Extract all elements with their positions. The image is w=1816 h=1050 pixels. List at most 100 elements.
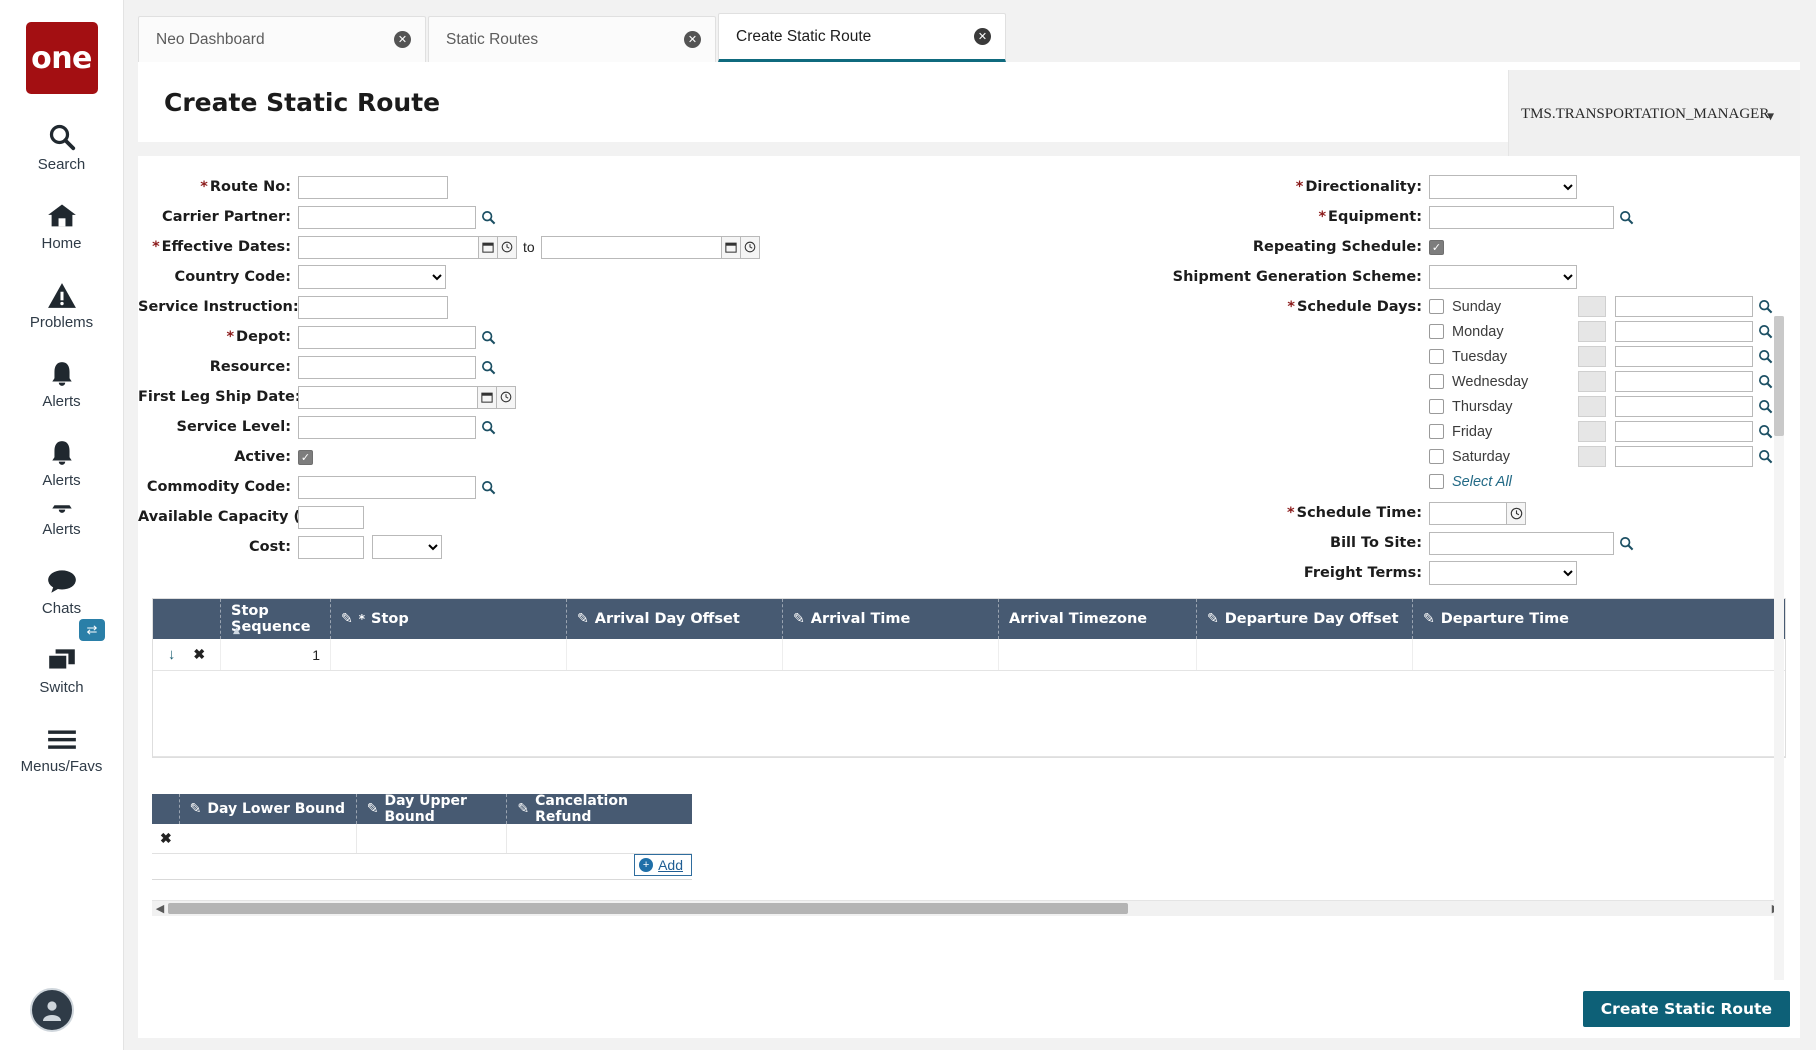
stops-col-arrival-time[interactable]: ✎ Arrival Time xyxy=(783,599,999,639)
close-icon[interactable]: ✕ xyxy=(394,31,411,48)
sidebar-item-problems[interactable]: Problems xyxy=(0,278,123,331)
user-menu[interactable]: TMS.TRANSPORTATION_MANAGER ▾ xyxy=(1508,70,1800,162)
one-logo[interactable]: one xyxy=(25,22,98,94)
sidebar-item-search[interactable]: Search xyxy=(0,120,123,173)
clock-icon[interactable] xyxy=(740,235,760,259)
close-icon[interactable]: ✕ xyxy=(684,31,701,48)
schedule-day-qty-tuesday[interactable] xyxy=(1578,346,1606,367)
directionality-select[interactable] xyxy=(1429,175,1577,199)
schedule-day-checkbox-tuesday[interactable] xyxy=(1429,349,1444,364)
cost-currency-select[interactable] xyxy=(372,535,442,559)
stops-col-departure-day-offset[interactable]: ✎ Departure Day Offset xyxy=(1197,599,1413,639)
sidebar-item-home[interactable]: Home xyxy=(0,199,123,252)
cell-day-lower-bound[interactable] xyxy=(180,824,357,853)
table-row[interactable]: ↓ ✖ 1 xyxy=(153,639,1785,671)
schedule-day-value-thursday[interactable] xyxy=(1615,396,1753,417)
tab-create-static-route[interactable]: Create Static Route ✕ xyxy=(718,13,1006,62)
search-icon[interactable] xyxy=(478,476,498,498)
table-row[interactable]: ✖ xyxy=(152,824,692,854)
add-row-button[interactable]: + Add xyxy=(634,854,692,876)
stops-col-departure-time[interactable]: ✎ Departure Time xyxy=(1413,599,1785,639)
stops-col-arrival-day-offset[interactable]: ✎ Arrival Day Offset xyxy=(567,599,783,639)
cell-cancelation-refund[interactable] xyxy=(507,824,692,853)
cost-input[interactable] xyxy=(298,535,364,559)
sidebar-item-alerts-3[interactable]: Alerts xyxy=(0,497,123,538)
schedule-day-value-friday[interactable] xyxy=(1615,421,1753,442)
chevron-down-icon[interactable]: ▾ xyxy=(1767,108,1774,125)
resource-input[interactable] xyxy=(298,355,476,379)
search-icon[interactable] xyxy=(1616,532,1636,554)
close-icon[interactable]: ✕ xyxy=(974,28,991,45)
effective-date-to-input[interactable] xyxy=(540,235,722,259)
refund-col-day-upper-bound[interactable]: ✎ Day Upper Bound xyxy=(357,793,508,825)
cell-day-upper-bound[interactable] xyxy=(357,824,508,853)
repeating-schedule-checkbox[interactable]: ✓ xyxy=(1429,239,1444,255)
sidebar-item-chats[interactable]: Chats xyxy=(0,564,123,617)
switch-toggle-icon[interactable]: ⇄ xyxy=(79,619,105,641)
stops-col-stop-sequence[interactable]: Stop Sequence ▲ xyxy=(221,599,331,639)
search-icon[interactable] xyxy=(478,356,498,378)
tab-neo-dashboard[interactable]: Neo Dashboard ✕ xyxy=(138,16,426,62)
calendar-icon[interactable] xyxy=(479,235,498,259)
calendar-icon[interactable] xyxy=(721,235,741,259)
scrollbar-track[interactable] xyxy=(168,903,1768,914)
schedule-day-checkbox-monday[interactable] xyxy=(1429,324,1444,339)
cell-stop[interactable] xyxy=(331,639,567,670)
carrier-partner-input[interactable] xyxy=(298,205,476,229)
commodity-code-input[interactable] xyxy=(298,475,476,499)
schedule-day-qty-friday[interactable] xyxy=(1578,421,1606,442)
scroll-left-icon[interactable]: ◀ xyxy=(152,902,168,915)
clock-icon[interactable] xyxy=(497,385,516,409)
move-down-icon[interactable]: ↓ xyxy=(168,646,176,663)
clock-icon[interactable] xyxy=(1507,501,1526,525)
refund-col-cancelation-refund[interactable]: ✎ Cancelation Refund xyxy=(507,793,692,825)
schedule-day-qty-monday[interactable] xyxy=(1578,321,1606,342)
search-icon[interactable] xyxy=(478,416,498,438)
search-icon[interactable] xyxy=(1755,421,1775,443)
sidebar-item-alerts-1[interactable]: Alerts xyxy=(0,357,123,410)
schedule-day-checkbox-thursday[interactable] xyxy=(1429,399,1444,414)
schedule-day-value-sunday[interactable] xyxy=(1615,296,1753,317)
cell-arrival-time[interactable] xyxy=(783,639,999,670)
search-icon[interactable] xyxy=(1755,296,1775,318)
bill-to-site-input[interactable] xyxy=(1429,531,1614,555)
search-icon[interactable] xyxy=(1755,396,1775,418)
vertical-scrollbar[interactable] xyxy=(1774,316,1784,996)
search-icon[interactable] xyxy=(478,326,498,348)
stops-col-arrival-timezone[interactable]: Arrival Timezone xyxy=(999,599,1197,639)
schedule-day-qty-sunday[interactable] xyxy=(1578,296,1606,317)
schedule-day-qty-wednesday[interactable] xyxy=(1578,371,1606,392)
select-all-checkbox[interactable] xyxy=(1429,474,1444,489)
schedule-day-checkbox-friday[interactable] xyxy=(1429,424,1444,439)
freight-terms-select[interactable] xyxy=(1429,561,1577,585)
available-capacity-input[interactable] xyxy=(298,505,364,529)
country-code-select[interactable] xyxy=(298,265,446,289)
schedule-day-value-wednesday[interactable] xyxy=(1615,371,1753,392)
delete-row-icon[interactable]: ✖ xyxy=(160,830,172,847)
schedule-day-checkbox-wednesday[interactable] xyxy=(1429,374,1444,389)
equipment-input[interactable] xyxy=(1429,205,1614,229)
schedule-time-input[interactable] xyxy=(1429,501,1507,525)
search-icon[interactable] xyxy=(478,206,498,228)
cell-departure-time[interactable] xyxy=(1413,639,1785,670)
schedule-day-checkbox-saturday[interactable] xyxy=(1429,449,1444,464)
search-icon[interactable] xyxy=(1755,346,1775,368)
sidebar-item-menus-favs[interactable]: Menus/Favs xyxy=(0,722,123,775)
sidebar-item-alerts-2[interactable]: Alerts xyxy=(0,436,123,489)
schedule-day-value-saturday[interactable] xyxy=(1615,446,1753,467)
horizontal-scrollbar[interactable]: ◀ ▶ xyxy=(152,900,1784,916)
schedule-day-value-monday[interactable] xyxy=(1615,321,1753,342)
service-level-input[interactable] xyxy=(298,415,476,439)
cell-arrival-timezone[interactable] xyxy=(999,639,1197,670)
calendar-icon[interactable] xyxy=(478,385,497,409)
tab-static-routes[interactable]: Static Routes ✕ xyxy=(428,16,716,62)
stops-col-stop[interactable]: ✎ * Stop xyxy=(331,599,567,639)
search-icon[interactable] xyxy=(1755,371,1775,393)
route-no-input[interactable] xyxy=(298,175,448,199)
schedule-day-qty-thursday[interactable] xyxy=(1578,396,1606,417)
shipment-generation-scheme-select[interactable] xyxy=(1429,265,1577,289)
service-instruction-input[interactable] xyxy=(298,295,448,319)
delete-row-icon[interactable]: ✖ xyxy=(193,646,205,663)
schedule-day-value-tuesday[interactable] xyxy=(1615,346,1753,367)
first-leg-ship-date-input[interactable] xyxy=(298,385,478,409)
